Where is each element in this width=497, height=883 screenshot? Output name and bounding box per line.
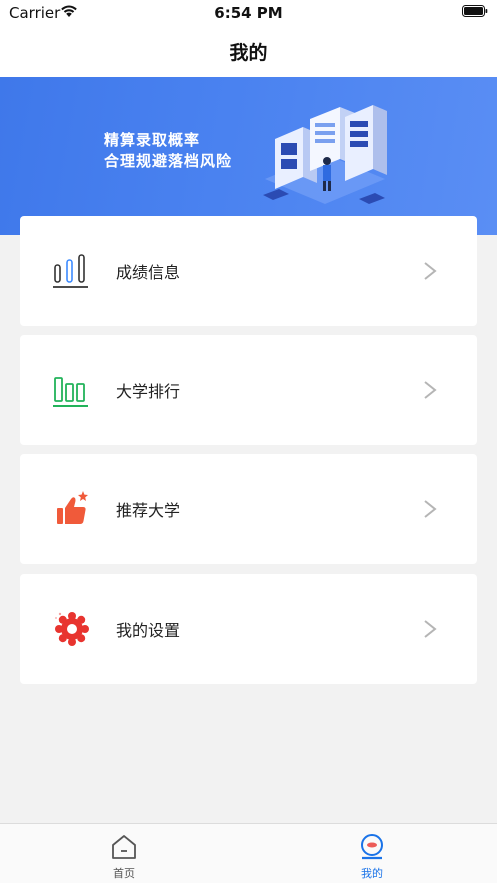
banner-text: 精算录取概率 合理规避落档风险: [104, 130, 232, 172]
ranking-icon: [53, 377, 88, 407]
nav-bar: 我的: [0, 26, 497, 78]
chevron-right-icon: [424, 500, 437, 518]
menu-item-university-ranking[interactable]: 大学排行: [20, 335, 477, 445]
chevron-right-icon: [424, 620, 437, 638]
chevron-right-icon: [424, 262, 437, 280]
menu-item-label: 成绩信息: [116, 263, 181, 282]
banner-line-1: 精算录取概率: [104, 131, 201, 149]
menu-item-recommended-universities[interactable]: 推荐大学: [20, 454, 477, 564]
menu-item-my-settings[interactable]: 我的设置: [20, 574, 477, 684]
tab-home[interactable]: 首页: [64, 824, 184, 883]
page-title: 我的: [229, 42, 268, 64]
server-illustration: [263, 105, 387, 204]
menu-item-label: 推荐大学: [116, 501, 181, 520]
screen: Carrier 6:54 PM 我的 精算录取概率 合理规避落档风险 成绩信息 …: [0, 0, 497, 883]
menu-item-label: 大学排行: [116, 382, 181, 401]
gear-icon: [55, 612, 89, 646]
profile-icon: [361, 834, 383, 860]
menu-item-label: 我的设置: [116, 621, 181, 640]
bar-chart-icon: [53, 254, 88, 288]
tab-label: 我的: [361, 867, 383, 880]
status-bar: Carrier 6:54 PM: [0, 0, 497, 26]
banner-line-2: 合理规避落档风险: [104, 152, 233, 170]
tab-label: 首页: [113, 867, 135, 880]
chevron-right-icon: [424, 381, 437, 399]
clock: 6:54 PM: [214, 4, 283, 22]
menu-item-scores[interactable]: 成绩信息: [20, 216, 477, 326]
home-icon: [112, 835, 136, 859]
battery-icon: [462, 5, 488, 17]
tab-mine[interactable]: 我的: [312, 824, 432, 883]
promo-banner[interactable]: 精算录取概率 合理规避落档风险: [0, 77, 497, 235]
tab-bar: 首页 我的: [0, 823, 497, 883]
thumbs-up-icon: [57, 491, 88, 524]
